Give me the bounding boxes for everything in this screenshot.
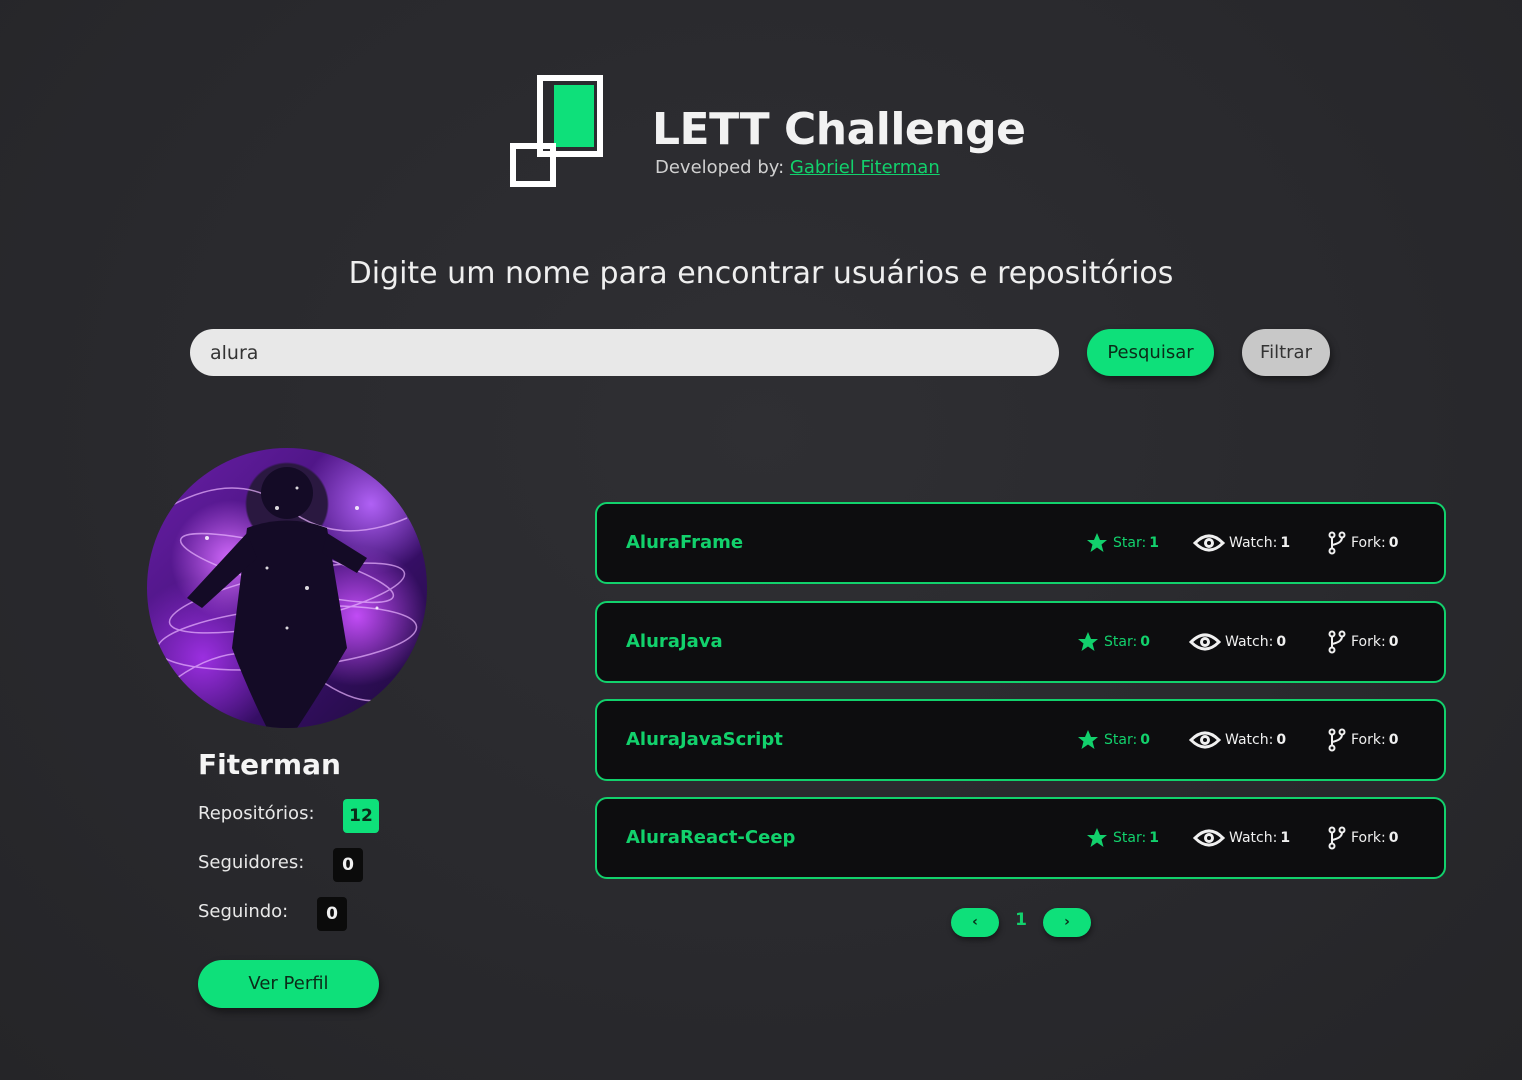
repo-stars: Star: 1 bbox=[1085, 799, 1159, 877]
eye-icon bbox=[1189, 633, 1221, 651]
repo-forks: Fork: 0 bbox=[1327, 701, 1398, 779]
repo-card[interactable]: AluraFrame Star: 1 Watch: 1 Fork: 0 bbox=[595, 502, 1446, 584]
app-title: LETT Challenge bbox=[652, 104, 1026, 155]
search-button[interactable]: Pesquisar bbox=[1087, 329, 1214, 376]
stat-followers-badge: 0 bbox=[333, 848, 363, 882]
view-profile-button[interactable]: Ver Perfil bbox=[198, 960, 379, 1008]
repo-stars: Star: 0 bbox=[1076, 603, 1150, 681]
page-headline: Digite um nome para encontrar usuários e… bbox=[348, 256, 1174, 291]
stat-repos-badge: 12 bbox=[343, 799, 379, 833]
repo-name[interactable]: AluraJava bbox=[626, 603, 723, 681]
fork-icon bbox=[1328, 630, 1346, 654]
logo-mark-icon bbox=[510, 75, 603, 187]
profile-name: Fiterman bbox=[198, 748, 341, 781]
repo-stars: Star: 1 bbox=[1085, 504, 1159, 582]
developer-credit: Developed by: Gabriel Fiterman bbox=[655, 157, 940, 178]
pagination-current-page: 1 bbox=[1015, 910, 1027, 930]
repo-watch: Watch: 0 bbox=[1189, 603, 1286, 681]
developer-link[interactable]: Gabriel Fiterman bbox=[790, 157, 940, 178]
repo-watch: Watch: 0 bbox=[1189, 701, 1286, 779]
avatar bbox=[147, 448, 427, 728]
search-input[interactable] bbox=[190, 329, 1059, 376]
repo-card[interactable]: AluraJavaScript Star: 0 Watch: 0 Fork: 0 bbox=[595, 699, 1446, 781]
stat-repos-label: Repositórios: bbox=[198, 803, 315, 824]
repo-name[interactable]: AluraJavaScript bbox=[626, 701, 783, 779]
star-icon bbox=[1087, 533, 1107, 552]
repo-forks: Fork: 0 bbox=[1327, 799, 1398, 877]
star-icon bbox=[1078, 730, 1098, 749]
repo-name[interactable]: AluraReact-Ceep bbox=[626, 799, 795, 877]
filter-button[interactable]: Filtrar bbox=[1242, 329, 1330, 376]
repo-forks: Fork: 0 bbox=[1327, 603, 1398, 681]
star-icon bbox=[1087, 828, 1107, 847]
fork-icon bbox=[1328, 531, 1346, 555]
fork-icon bbox=[1328, 728, 1346, 752]
pagination-next-button[interactable]: › bbox=[1043, 908, 1091, 937]
stat-following-label: Seguindo: bbox=[198, 901, 289, 922]
repo-watch: Watch: 1 bbox=[1193, 504, 1290, 582]
star-icon bbox=[1078, 632, 1098, 651]
eye-icon bbox=[1189, 731, 1221, 749]
repo-card[interactable]: AluraJava Star: 0 Watch: 0 Fork: 0 bbox=[595, 601, 1446, 683]
pagination-prev-button[interactable]: ‹ bbox=[951, 908, 999, 937]
repo-name[interactable]: AluraFrame bbox=[626, 504, 743, 582]
page: LETT Challenge Developed by: Gabriel Fit… bbox=[0, 0, 1522, 1080]
repo-stars: Star: 0 bbox=[1076, 701, 1150, 779]
repo-card[interactable]: AluraReact-Ceep Star: 1 Watch: 1 Fork: 0 bbox=[595, 797, 1446, 879]
stat-followers-label: Seguidores: bbox=[198, 852, 305, 873]
avatar-art bbox=[156, 467, 418, 728]
repo-watch: Watch: 1 bbox=[1193, 799, 1290, 877]
fork-icon bbox=[1328, 826, 1346, 850]
repo-forks: Fork: 0 bbox=[1327, 504, 1398, 582]
eye-icon bbox=[1193, 829, 1225, 847]
developed-by-label: Developed by: bbox=[655, 157, 785, 178]
eye-icon bbox=[1193, 534, 1225, 552]
stat-following-badge: 0 bbox=[317, 897, 347, 931]
